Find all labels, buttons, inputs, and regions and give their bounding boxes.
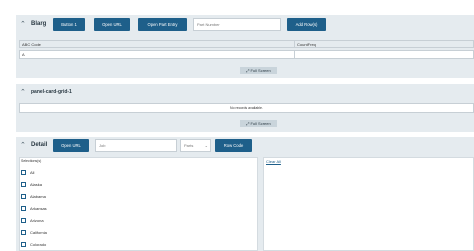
- list-item-all[interactable]: All: [21, 170, 34, 175]
- fullscreen-button-1[interactable]: ⤢ Full Screen: [240, 67, 277, 74]
- fullscreen-label: Full Screen: [250, 68, 271, 73]
- empty-grid: No records available.: [19, 103, 474, 113]
- list-item-alabama[interactable]: Alabama: [21, 194, 46, 199]
- grid-header-countfreq[interactable]: CountFreq: [294, 40, 474, 48]
- list-item-label: All: [30, 170, 35, 175]
- selection-list-header: Selections(s): [21, 159, 42, 163]
- parts-select[interactable]: Parts ⌄: [180, 139, 211, 152]
- open-part-entry-button[interactable]: Open Part Entry: [138, 18, 187, 31]
- selection-list: [19, 157, 258, 251]
- checkbox[interactable]: [21, 230, 26, 235]
- row-code-button[interactable]: Row Code: [215, 139, 252, 152]
- part-number-input[interactable]: Part Number: [193, 18, 281, 31]
- add-rows-button[interactable]: Add Row(s): [287, 18, 326, 31]
- list-item-label: Arkansas: [30, 206, 47, 211]
- empty-text: No records available.: [230, 106, 263, 110]
- expand-icon: ⤢: [246, 121, 250, 126]
- grid-cell-abc-code[interactable]: A: [19, 50, 295, 59]
- selection-right-pane: [263, 157, 474, 251]
- button-1[interactable]: Button 1: [53, 18, 85, 31]
- grid-header-abc-code[interactable]: ABC Code: [19, 40, 295, 48]
- open-url-button[interactable]: Open URL: [94, 18, 130, 31]
- panel-title: panel-card-grid-1: [31, 89, 72, 95]
- grid-cell-countfreq[interactable]: [294, 50, 474, 59]
- chevron-up-icon[interactable]: ⌃: [20, 89, 26, 96]
- list-item-label: California: [30, 230, 47, 235]
- checkbox[interactable]: [21, 218, 26, 223]
- fullscreen-label: Full Screen: [250, 121, 271, 126]
- list-item-label: Arizona: [30, 218, 44, 223]
- list-item-label: Alabama: [30, 194, 46, 199]
- chevron-up-icon[interactable]: ⌃: [20, 21, 26, 28]
- parts-select-value: Parts: [184, 143, 194, 148]
- panel-card-grid-header: ⌃ panel-card-grid-1: [16, 84, 474, 100]
- detail-open-url-button[interactable]: Open URL: [53, 139, 89, 152]
- chevron-up-icon[interactable]: ⌃: [20, 142, 26, 149]
- list-item-arkansas[interactable]: Arkansas: [21, 206, 47, 211]
- fullscreen-button-2[interactable]: ⤢ Full Screen: [240, 120, 277, 127]
- chevron-down-icon: ⌄: [204, 143, 208, 148]
- expand-icon: ⤢: [246, 68, 250, 73]
- panel-title: Detail: [31, 142, 48, 148]
- job-input[interactable]: Job: [95, 139, 177, 152]
- checkbox[interactable]: [21, 170, 26, 175]
- checkbox[interactable]: [21, 182, 26, 187]
- list-item-label: Colorado: [30, 242, 47, 247]
- list-item-alaska[interactable]: Alaska: [21, 182, 42, 187]
- checkbox[interactable]: [21, 194, 26, 199]
- checkbox[interactable]: [21, 206, 26, 211]
- clear-all-link[interactable]: Clear All: [266, 159, 281, 164]
- list-item-colorado[interactable]: Colorado: [21, 242, 46, 247]
- checkbox[interactable]: [21, 242, 26, 247]
- list-item-label: Alaska: [30, 182, 43, 187]
- panel-title: Blarg: [31, 21, 47, 27]
- list-item-arizona[interactable]: Arizona: [21, 218, 44, 223]
- list-item-california[interactable]: California: [21, 230, 47, 235]
